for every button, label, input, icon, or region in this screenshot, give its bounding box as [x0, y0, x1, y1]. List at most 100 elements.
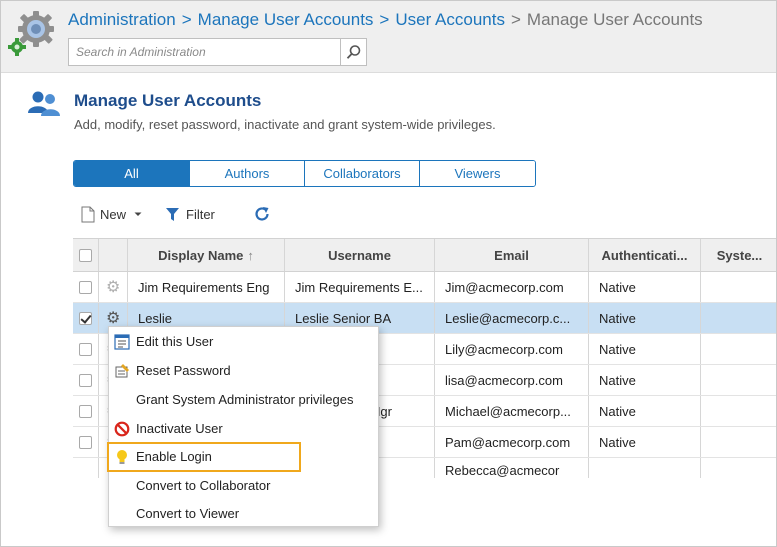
search-input[interactable] [69, 39, 342, 65]
display-name-cell: Jim Requirements Eng [127, 272, 284, 302]
user-type-tabs: All Authors Collaborators Viewers [73, 160, 536, 187]
users-icon [28, 91, 60, 116]
page-subtitle: Add, modify, reset password, inactivate … [74, 117, 496, 132]
menu-item-convert-to-viewer[interactable]: Convert to Viewer [109, 501, 378, 527]
breadcrumb-administration[interactable]: Administration [68, 10, 176, 29]
email-cell: Leslie@acmecorp.c... [434, 303, 588, 333]
menu-item-edit-user[interactable]: Edit this User [109, 329, 378, 355]
new-button[interactable]: New [81, 204, 143, 224]
row-gear-icon[interactable]: ⚙ [106, 308, 120, 328]
menu-item-label: Inactivate User [136, 421, 223, 436]
row-checkbox-checked[interactable] [79, 311, 92, 325]
row-actions-cell: ⚙ [98, 272, 127, 302]
breadcrumb-separator: > [379, 10, 390, 29]
column-header-authentication[interactable]: Authenticati... [588, 239, 700, 271]
select-all-checkbox[interactable] [79, 248, 92, 262]
refresh-icon [255, 207, 269, 221]
column-header-system[interactable]: Syste... [700, 239, 776, 271]
email-cell: Rebecca@acmecor [434, 458, 588, 478]
authentication-cell [588, 458, 700, 478]
email-cell: Lily@acmecorp.com [434, 334, 588, 364]
admin-gear-icon [8, 11, 54, 56]
system-cell [700, 334, 776, 364]
email-cell: Pam@acmecorp.com [434, 427, 588, 457]
filter-icon [166, 207, 179, 221]
menu-item-label: Grant System Administrator privileges [136, 392, 354, 407]
email-cell: lisa@acmecorp.com [434, 365, 588, 395]
user-context-menu: Edit this User Reset Password Grant Syst… [107, 326, 379, 527]
menu-item-label: Enable Login [136, 449, 212, 464]
breadcrumb-separator: > [510, 10, 521, 29]
reset-password-icon [115, 364, 129, 378]
system-cell [700, 458, 776, 478]
row-select-cell [73, 303, 98, 333]
column-header-display-name[interactable]: Display Name ↑ [127, 239, 284, 271]
email-cell: Jim@acmecorp.com [434, 272, 588, 302]
column-header-email[interactable]: Email [434, 239, 588, 271]
app-window: Administration > Manage User Accounts > User… [0, 0, 777, 547]
row-gear-icon[interactable]: ⚙ [106, 277, 120, 297]
authentication-cell: Native [588, 272, 700, 302]
row-checkbox[interactable] [79, 280, 92, 294]
no-entry-icon [114, 421, 130, 437]
authentication-cell: Native [588, 303, 700, 333]
row-checkbox[interactable] [79, 373, 92, 387]
search-icon [346, 45, 360, 59]
system-cell [700, 303, 776, 333]
tab-collaborators[interactable]: Collaborators [304, 161, 419, 186]
menu-item-convert-to-collaborator[interactable]: Convert to Collaborator [109, 473, 378, 499]
tab-viewers[interactable]: Viewers [419, 161, 535, 186]
username-cell: Jim Requirements E... [284, 272, 434, 302]
tab-authors[interactable]: Authors [189, 161, 304, 186]
menu-item-grant-admin[interactable]: Grant System Administrator privileges [109, 387, 378, 413]
lightbulb-icon [117, 450, 127, 464]
new-button-label: New [100, 206, 127, 222]
row-select-cell [73, 458, 98, 478]
breadcrumb-user-accounts[interactable]: User Accounts [395, 10, 505, 29]
row-checkbox[interactable] [79, 435, 92, 449]
breadcrumb: Administration > Manage User Accounts > User… [68, 10, 703, 30]
row-checkbox[interactable] [79, 342, 92, 356]
row-checkbox[interactable] [79, 404, 92, 418]
breadcrumb-manage-user-accounts[interactable]: Manage User Accounts [198, 10, 374, 29]
authentication-cell: Native [588, 334, 700, 364]
authentication-cell: Native [588, 396, 700, 426]
menu-item-label: Convert to Viewer [136, 506, 240, 521]
row-select-cell [73, 396, 98, 426]
breadcrumb-separator: > [181, 10, 192, 29]
search-button[interactable] [340, 39, 366, 65]
column-header-username[interactable]: Username [284, 239, 434, 271]
row-select-cell [73, 365, 98, 395]
column-label: Display Name [158, 247, 244, 263]
row-select-cell [73, 334, 98, 364]
tab-all[interactable]: All [74, 161, 189, 186]
menu-item-label: Edit this User [136, 334, 214, 349]
authentication-cell: Native [588, 427, 700, 457]
refresh-button[interactable] [253, 204, 271, 224]
search-box [68, 38, 367, 66]
sort-ascending-icon: ↑ [247, 247, 254, 263]
header-bar: Administration > Manage User Accounts > User… [1, 1, 776, 73]
row-select-cell [73, 427, 98, 457]
menu-item-reset-password[interactable]: Reset Password [109, 358, 378, 384]
chevron-down-icon [134, 212, 142, 216]
system-cell [700, 396, 776, 426]
row-select-cell [73, 272, 98, 302]
table-header: Display Name ↑ Username Email Authentica… [73, 238, 776, 272]
filter-button-label: Filter [186, 206, 215, 222]
table-row[interactable]: ⚙ Jim Requirements Eng Jim Requirements … [73, 272, 776, 303]
filter-button[interactable]: Filter [165, 204, 215, 224]
email-cell: Michael@acmecorp... [434, 396, 588, 426]
authentication-cell: Native [588, 365, 700, 395]
system-cell [700, 427, 776, 457]
menu-item-label: Convert to Collaborator [136, 478, 271, 493]
header-select-all-cell [73, 239, 98, 271]
system-cell [700, 272, 776, 302]
edit-form-icon [114, 334, 130, 350]
menu-item-inactivate-user[interactable]: Inactivate User [109, 416, 378, 442]
system-cell [700, 365, 776, 395]
header-actions-cell [98, 239, 127, 271]
new-document-icon [81, 206, 95, 222]
menu-item-label: Reset Password [136, 363, 231, 378]
menu-item-enable-login[interactable]: Enable Login [107, 442, 301, 472]
